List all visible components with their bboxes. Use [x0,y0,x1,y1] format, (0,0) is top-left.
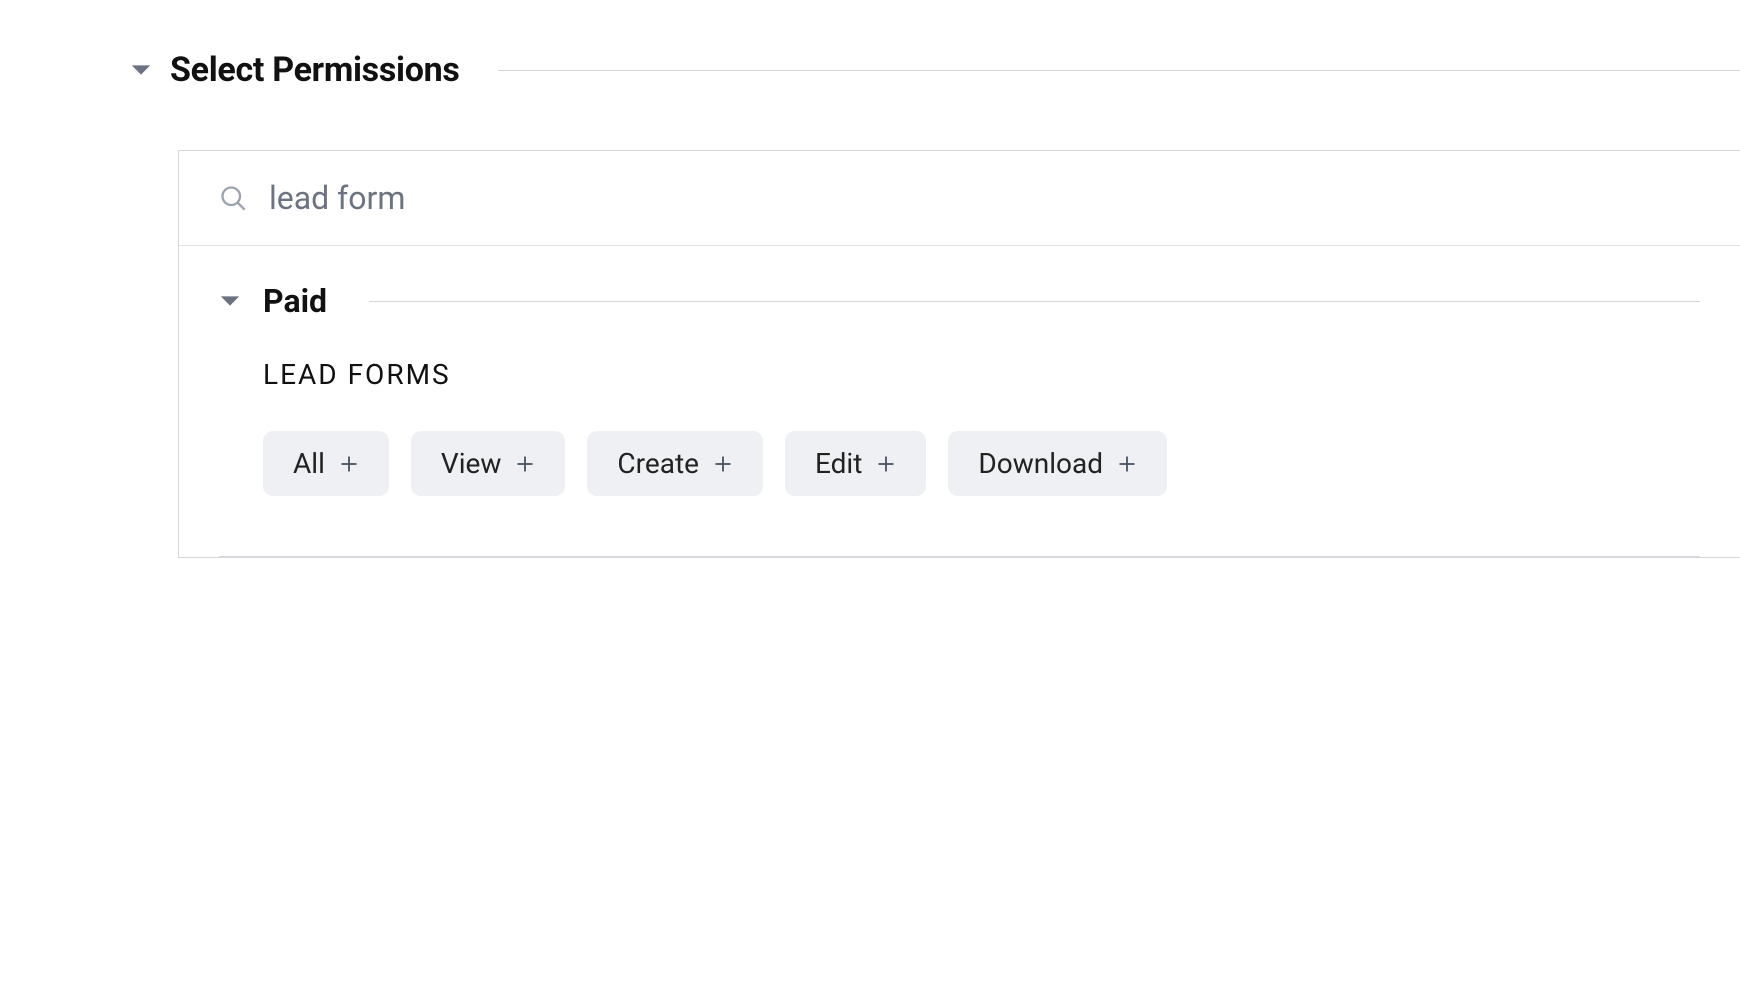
chip-label: Create [617,447,699,480]
chip-label: Edit [815,447,862,480]
plus-icon [1117,454,1137,474]
chip-download[interactable]: Download [948,431,1167,496]
plus-icon [713,454,733,474]
search-row [179,151,1740,246]
chips-row: All View Create [263,431,1700,496]
section-title: Select Permissions [170,50,460,90]
chip-label: View [441,447,502,480]
caret-down-icon [130,63,152,77]
group-title: Paid [263,282,327,320]
chip-create[interactable]: Create [587,431,763,496]
chip-all[interactable]: All [263,431,389,496]
category-block: LEAD FORMS All View [219,320,1700,557]
chip-view[interactable]: View [411,431,566,496]
search-icon [219,184,247,212]
caret-down-icon [219,294,241,308]
chip-label: All [293,447,325,480]
section-header[interactable]: Select Permissions [130,50,1740,90]
plus-icon [515,454,535,474]
plus-icon [339,454,359,474]
search-input[interactable] [269,179,1700,217]
permissions-panel: Paid LEAD FORMS All View [178,150,1740,558]
group-divider [369,301,1700,302]
category-label: LEAD FORMS [263,358,1700,391]
group-container: Paid LEAD FORMS All View [179,246,1740,557]
section-divider [498,70,1740,71]
chip-label: Download [978,447,1103,480]
group-header[interactable]: Paid [219,282,1700,320]
plus-icon [876,454,896,474]
chip-edit[interactable]: Edit [785,431,926,496]
